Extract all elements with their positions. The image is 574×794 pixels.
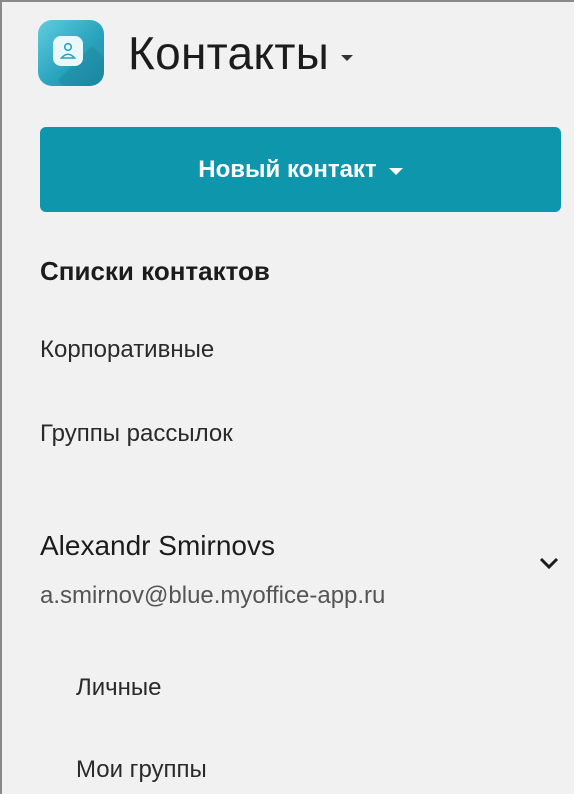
sidebar-item-mailing-groups[interactable]: Группы рассылок: [40, 420, 233, 448]
caret-down-icon: [341, 55, 354, 61]
chevron-down-icon[interactable]: [538, 556, 560, 570]
account-email: a.smirnov@blue.myoffice-app.ru: [40, 582, 386, 609]
app-header: Контакты: [38, 20, 354, 86]
contact-lists-heading: Списки контактов: [40, 256, 270, 286]
new-contact-label: Новый контакт: [198, 155, 377, 183]
account-name: Alexandr Smirnovs: [40, 530, 275, 561]
sidebar-item-corporate[interactable]: Корпоративные: [40, 336, 214, 364]
account-section[interactable]: Alexandr Smirnovs a.smirnov@blue.myoffic…: [40, 528, 560, 618]
app-title: Контакты: [128, 27, 330, 79]
sidebar-item-personal[interactable]: Личные: [76, 674, 162, 702]
contacts-app-icon[interactable]: [38, 20, 104, 86]
sidebar-item-my-groups[interactable]: Мои группы: [76, 756, 207, 784]
app-switcher[interactable]: Контакты: [128, 26, 354, 80]
new-contact-button[interactable]: Новый контакт: [40, 127, 561, 212]
caret-down-icon: [388, 167, 403, 175]
